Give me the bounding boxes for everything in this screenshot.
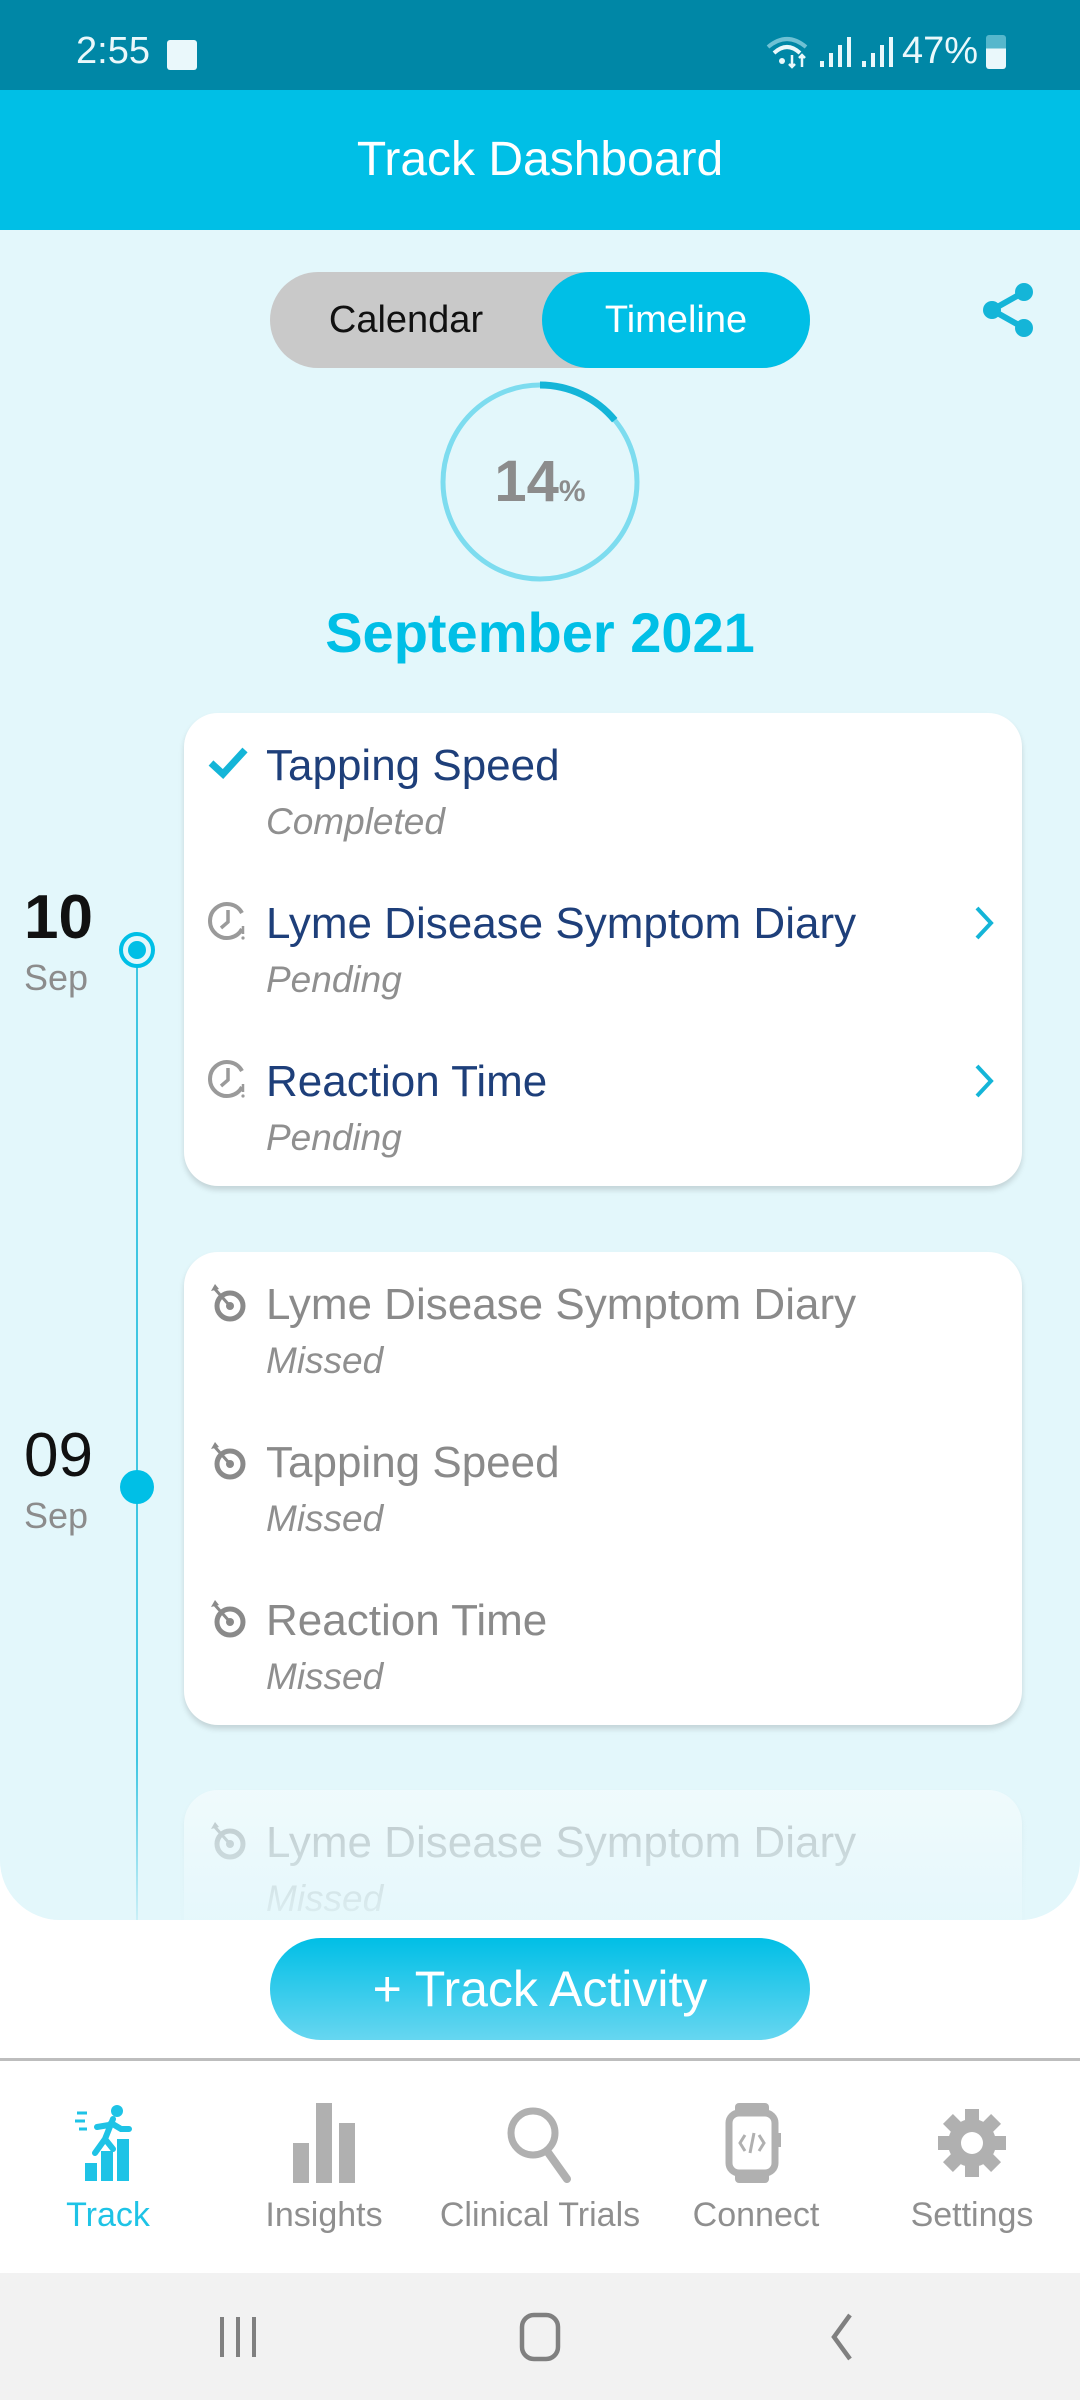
activity-status: Pending — [266, 1117, 402, 1158]
share-icon[interactable] — [980, 280, 1036, 340]
activity-title: Tapping Speed — [266, 1438, 560, 1487]
day-card: Lyme Disease Symptom Diary Missed — [184, 1790, 1022, 1920]
target-missed-icon — [211, 1442, 246, 1480]
search-icon — [507, 2107, 571, 2183]
battery-percent: 47% — [901, 30, 978, 72]
status-icons: 47% — [764, 30, 1006, 73]
day-card: Tapping Speed Completed Lyme Disease Sym… — [184, 713, 1022, 1186]
wifi-icon — [766, 36, 808, 69]
activity-title: Lyme Disease Symptom Diary — [266, 1818, 857, 1867]
progress-percent: 14% — [494, 449, 586, 514]
activity-title: Reaction Time — [266, 1057, 548, 1106]
view-toggle: Calendar Timeline — [270, 272, 810, 368]
status-time: 2:55 — [76, 30, 150, 72]
nav-label: Clinical Trials — [439, 2196, 641, 2234]
date-day: 10 — [24, 883, 93, 952]
battery-icon — [986, 34, 1006, 69]
nav-item-insights[interactable]: Insights — [216, 2061, 432, 2273]
nav-item-track[interactable]: Track — [0, 2061, 216, 2273]
app-header: Track Dashboard — [0, 90, 1080, 230]
activity-status: Missed — [266, 1340, 384, 1381]
list-item: Lyme Disease Symptom Diary Missed — [184, 1790, 1022, 1920]
home-icon[interactable] — [510, 2309, 570, 2365]
list-item: Lyme Disease Symptom Diary Missed — [184, 1252, 1022, 1410]
activity-title: Lyme Disease Symptom Diary — [266, 1280, 857, 1329]
page-title: Track Dashboard — [356, 133, 724, 186]
activity-status: Completed — [266, 801, 445, 842]
nav-label: Settings — [910, 2196, 1034, 2234]
clock-pending-icon — [208, 902, 245, 940]
track-activity-button[interactable]: + Track Activity — [270, 1938, 810, 2040]
month-label: September 2021 — [325, 601, 755, 664]
timeline-node — [120, 1470, 154, 1504]
nav-label: Track — [66, 2196, 150, 2234]
chevron-right-icon[interactable] — [972, 1061, 996, 1101]
target-missed-icon — [211, 1822, 246, 1860]
timeline-node-current — [119, 932, 155, 968]
gear-icon — [938, 2109, 1006, 2177]
gallery-icon — [167, 40, 197, 70]
nav-item-clinical-trials[interactable]: Clinical Trials — [432, 2061, 648, 2273]
recent-apps-icon[interactable] — [208, 2309, 268, 2365]
toggle-timeline[interactable]: Timeline — [542, 272, 810, 368]
list-item: Tapping Speed Missed — [184, 1410, 1022, 1568]
target-missed-icon — [211, 1284, 246, 1322]
date-month: Sep — [24, 1495, 89, 1536]
nav-label: Connect — [692, 2196, 820, 2234]
activity-status: Pending — [266, 959, 402, 1000]
activity-title: Reaction Time — [266, 1596, 548, 1645]
dashboard-content: Calendar Timeline 14% September 2021 10 … — [0, 230, 1080, 1920]
nav-label: Insights — [265, 2196, 383, 2234]
activity-title: Lyme Disease Symptom Diary — [266, 899, 857, 948]
signal-icon — [861, 36, 893, 67]
chevron-right-icon[interactable] — [972, 903, 996, 943]
date-month: Sep — [24, 957, 89, 998]
smartwatch-icon — [725, 2103, 781, 2183]
bar-chart-icon — [293, 2103, 355, 2183]
activity-status: Missed — [266, 1878, 384, 1919]
list-item[interactable]: Lyme Disease Symptom Diary Pending — [184, 871, 1022, 1029]
activity-status: Missed — [266, 1498, 384, 1539]
activity-status: Missed — [266, 1656, 384, 1697]
timeline-date-10: 10 Sep — [24, 882, 114, 999]
date-day: 09 — [24, 1421, 93, 1490]
timeline-date-09: 09 Sep — [24, 1420, 114, 1537]
progress-ring: 14% — [438, 380, 642, 584]
list-item[interactable]: Reaction Time Pending — [184, 1029, 1022, 1187]
back-icon[interactable] — [812, 2309, 872, 2365]
check-icon — [208, 747, 248, 779]
system-nav-bar — [0, 2273, 1080, 2400]
list-item: Tapping Speed Completed — [184, 713, 1022, 871]
list-item: Reaction Time Missed — [184, 1568, 1022, 1726]
signal-icon — [819, 36, 851, 67]
day-card: Lyme Disease Symptom Diary Missed Tappin… — [184, 1252, 1022, 1725]
status-bar: 2:55 47% — [0, 0, 1080, 90]
nav-item-connect[interactable]: Connect — [648, 2061, 864, 2273]
toggle-calendar[interactable]: Calendar — [270, 272, 542, 368]
clock-pending-icon — [208, 1060, 245, 1098]
target-missed-icon — [211, 1600, 246, 1638]
track-runner-icon — [75, 2105, 132, 2181]
bottom-nav: Track Insights Clinical Trials Connect S… — [0, 2061, 1080, 2273]
timeline-line — [136, 950, 138, 1920]
activity-title: Tapping Speed — [266, 741, 560, 790]
nav-item-settings[interactable]: Settings — [864, 2061, 1080, 2273]
